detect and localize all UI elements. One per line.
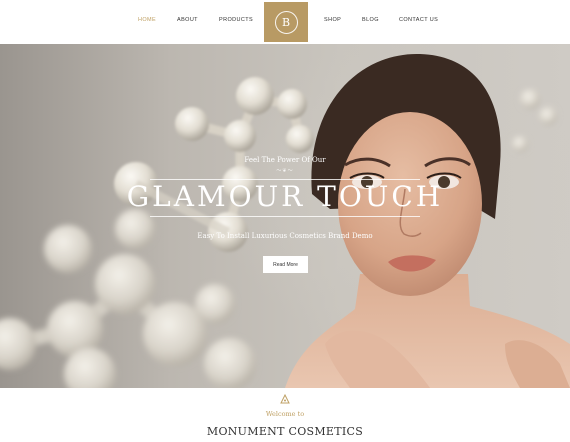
- nav-about[interactable]: ABOUT: [177, 17, 198, 27]
- hero-subtitle: Easy To Install Luxurious Cosmetics Bran…: [197, 232, 373, 240]
- hero-content: Feel The Power Of Our 〜❦〜 GLAMOUR TOUCH …: [0, 44, 570, 388]
- welcome-section: Welcome to MONUMENT COSMETICS: [0, 388, 570, 442]
- nav-contact-us[interactable]: CONTACT US: [399, 17, 438, 27]
- site-header: HOME ABOUT PRODUCTS B SHOP BLOG CONTACT …: [0, 0, 570, 44]
- nav-shop[interactable]: SHOP: [324, 17, 341, 27]
- hero-title: GLAMOUR TOUCH: [126, 180, 444, 213]
- brand-logo[interactable]: B: [264, 2, 308, 42]
- hero-tagline: Feel The Power Of Our: [244, 156, 326, 164]
- welcome-text: Welcome to: [265, 410, 305, 418]
- nav-home[interactable]: HOME: [138, 17, 156, 27]
- welcome-title: MONUMENT COSMETICS: [206, 425, 364, 438]
- logo-letter: B: [274, 10, 298, 34]
- nav-blog[interactable]: BLOG: [362, 17, 379, 27]
- hero-banner: Feel The Power Of Our 〜❦〜 GLAMOUR TOUCH …: [0, 44, 570, 388]
- flourish-icon: 〜❦〜: [276, 168, 294, 174]
- nav-products[interactable]: PRODUCTS: [219, 17, 253, 27]
- read-more-button[interactable]: Read More: [263, 256, 308, 273]
- triangle-ornament-icon: [280, 394, 290, 404]
- title-bottom-rule: [150, 216, 420, 217]
